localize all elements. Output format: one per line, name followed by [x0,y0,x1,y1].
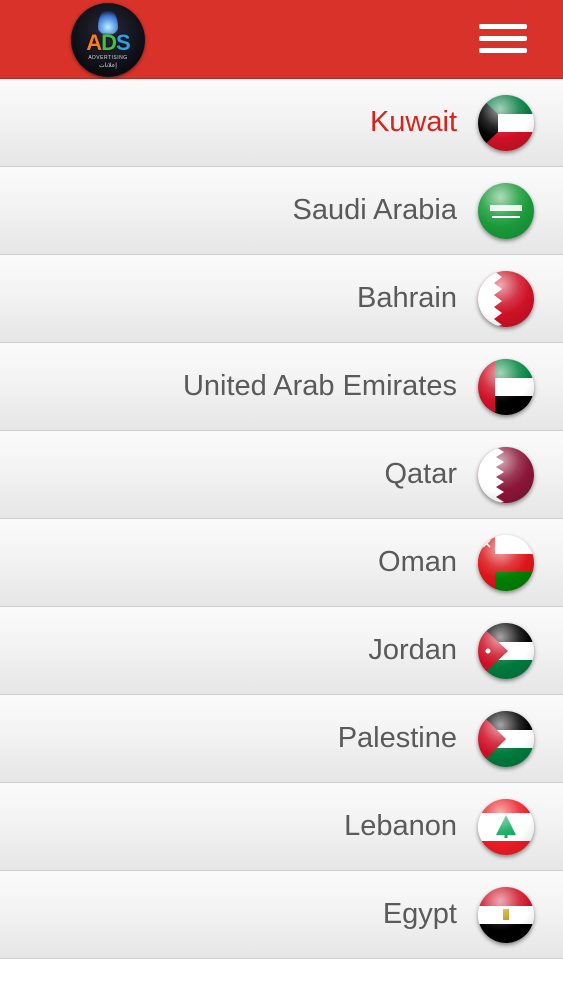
country-label: Jordan [368,634,457,666]
jordan-flag-icon [478,623,534,679]
country-item-uae[interactable]: United Arab Emirates [0,343,563,431]
kuwait-flag-icon [478,95,534,151]
country-label: Egypt [382,898,457,930]
country-item-saudi-arabia[interactable]: Saudi Arabia [0,167,563,255]
country-label: Bahrain [357,282,457,314]
ads-logo[interactable]: ADS ADVERTISING إعلانات [71,3,145,77]
country-item-bahrain[interactable]: Bahrain [0,255,563,343]
country-item-oman[interactable]: Oman [0,519,563,607]
country-label: Oman [378,546,457,578]
bahrain-flag-icon [478,271,534,327]
country-item-kuwait[interactable]: Kuwait [0,79,563,167]
country-label: Palestine [337,722,457,754]
saudi-arabia-flag-icon [478,183,534,239]
lebanon-flag-icon [478,799,534,855]
logo-text: ADS [86,30,130,55]
country-label: Qatar [384,458,457,490]
country-label: Lebanon [344,810,457,842]
palestine-flag-icon [478,711,534,767]
egypt-flag-icon [478,887,534,943]
country-label: United Arab Emirates [182,370,457,402]
hamburger-menu-icon[interactable] [478,24,528,56]
country-item-palestine[interactable]: Palestine [0,695,563,783]
logo-subtitle-arabic: إعلانات [99,63,117,69]
country-label: Saudi Arabia [292,194,457,226]
app-header: ADS ADVERTISING إعلانات [0,0,563,79]
country-item-egypt[interactable]: Egypt [0,871,563,959]
uae-flag-icon [478,359,534,415]
country-item-lebanon[interactable]: Lebanon [0,783,563,871]
qatar-flag-icon [478,447,534,503]
country-item-qatar[interactable]: Qatar [0,431,563,519]
logo-subtitle: ADVERTISING [88,55,128,61]
country-label: Kuwait [369,106,457,138]
country-item-jordan[interactable]: Jordan [0,607,563,695]
country-list: Kuwait Saudi Arabia Bahrain United Arab … [0,79,563,959]
oman-flag-icon [478,535,534,591]
